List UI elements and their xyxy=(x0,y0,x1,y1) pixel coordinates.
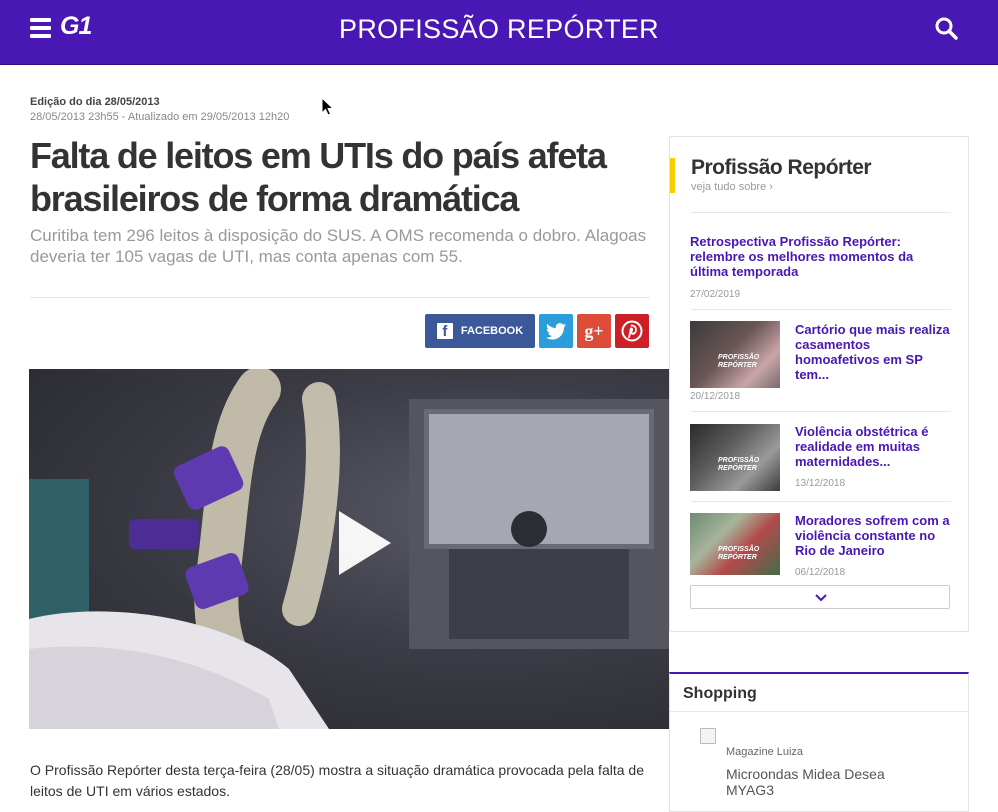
divider xyxy=(691,309,951,310)
publish-dates: 28/05/2013 23h55 - Atualizado em 29/05/2… xyxy=(30,111,290,123)
divider xyxy=(691,411,951,412)
googleplus-share-button[interactable]: g+ xyxy=(577,314,611,348)
product-image-icon[interactable] xyxy=(700,728,716,744)
search-icon[interactable] xyxy=(934,16,960,42)
shopping-box: Shopping Magazine Luiza Microondas Midea… xyxy=(669,672,969,812)
related-sidebar: Profissão Repórter veja tudo sobre › Ret… xyxy=(669,136,969,632)
list-item-link-1[interactable]: Cartório que mais realiza casamentos hom… xyxy=(795,322,955,382)
shopping-title: Shopping xyxy=(683,685,757,702)
pinterest-share-button[interactable] xyxy=(615,314,649,348)
chevron-down-icon xyxy=(815,594,827,602)
facebook-share-button[interactable]: f FACEBOOK xyxy=(425,314,535,348)
divider xyxy=(30,297,650,298)
facebook-icon: f xyxy=(436,323,453,340)
play-icon[interactable] xyxy=(339,511,391,575)
featured-link[interactable]: Retrospectiva Profissão Repórter: relemb… xyxy=(690,234,940,279)
divider xyxy=(691,501,951,502)
accent-bar xyxy=(670,158,675,193)
list-item-link-2[interactable]: Violência obstétrica é realidade em muit… xyxy=(795,424,955,469)
list-item-link-3[interactable]: Moradores sofrem com a violência constan… xyxy=(795,513,955,558)
divider xyxy=(670,711,968,712)
article-subtitle: Curitiba tem 296 leitos à disposição do … xyxy=(30,226,647,266)
divider xyxy=(691,212,951,213)
load-more-button[interactable] xyxy=(690,585,950,609)
facebook-share-label: FACEBOOK xyxy=(460,325,524,337)
thumbnail-badge: PROFISSÃO REPÓRTER xyxy=(718,354,760,369)
video-player[interactable] xyxy=(29,369,669,729)
program-title[interactable]: PROFISSÃO REPÓRTER xyxy=(0,14,998,45)
thumbnail-2[interactable]: PROFISSÃO REPÓRTER xyxy=(690,424,780,491)
store-name: Magazine Luiza xyxy=(726,746,804,758)
article-headline: Falta de leitos em UTIs do país afeta br… xyxy=(30,135,607,219)
twitter-icon xyxy=(546,322,566,339)
featured-date: 27/02/2019 xyxy=(690,289,741,300)
pinterest-icon xyxy=(621,320,643,342)
product-link[interactable]: Microondas Midea Desea MYAG3 xyxy=(726,766,886,798)
googleplus-icon: g+ xyxy=(584,320,604,341)
top-bar: G1 PROFISSÃO REPÓRTER xyxy=(0,0,998,65)
thumbnail-badge: PROFISSÃO REPÓRTER xyxy=(718,457,760,472)
thumbnail-1[interactable]: PROFISSÃO REPÓRTER xyxy=(690,321,780,388)
thumbnail-3[interactable]: PROFISSÃO REPÓRTER xyxy=(690,513,780,575)
thumbnail-badge: PROFISSÃO REPÓRTER xyxy=(718,546,760,561)
list-item-date-3: 06/12/2018 xyxy=(795,567,846,578)
see-all-link[interactable]: veja tudo sobre › xyxy=(691,181,773,193)
edition-label: Edição do dia 28/05/2013 xyxy=(30,96,160,108)
twitter-share-button[interactable] xyxy=(539,314,573,348)
list-item-date-2: 13/12/2018 xyxy=(795,478,846,489)
article-body: O Profissão Repórter desta terça-feira (… xyxy=(30,762,644,799)
sidebar-title[interactable]: Profissão Repórter xyxy=(691,156,872,180)
mouse-cursor-icon xyxy=(321,97,335,116)
list-item-date-1: 20/12/2018 xyxy=(690,391,741,402)
